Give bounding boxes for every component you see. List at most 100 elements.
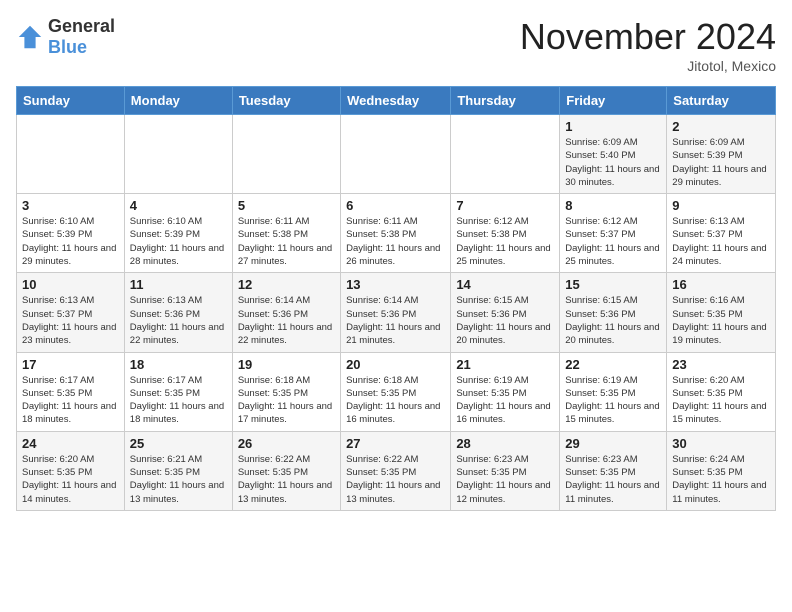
calendar-cell [451,115,560,194]
day-number: 23 [672,357,770,372]
calendar-cell: 23 Sunrise: 6:20 AMSunset: 5:35 PMDayligh… [667,352,776,431]
calendar-cell: 14 Sunrise: 6:15 AMSunset: 5:36 PMDayligh… [451,273,560,352]
calendar-cell: 16 Sunrise: 6:16 AMSunset: 5:35 PMDayligh… [667,273,776,352]
day-number: 11 [130,277,227,292]
day-number: 22 [565,357,661,372]
calendar-table: SundayMondayTuesdayWednesdayThursdayFrid… [16,86,776,511]
calendar-cell [341,115,451,194]
day-number: 10 [22,277,119,292]
day-number: 1 [565,119,661,134]
calendar-cell: 2Sunrise: 6:09 AMSunset: 5:39 PMDaylight… [667,115,776,194]
day-info: Sunrise: 6:16 AMSunset: 5:35 PMDaylight:… [672,294,770,347]
calendar-cell: 3 Sunrise: 6:10 AMSunset: 5:39 PMDaylight… [17,194,125,273]
day-number: 16 [672,277,770,292]
col-header-monday: Monday [124,87,232,115]
day-number: 9 [672,198,770,213]
calendar-cell: 12 Sunrise: 6:14 AMSunset: 5:36 PMDayligh… [232,273,340,352]
day-info: Sunrise: 6:11 AMSunset: 5:38 PMDaylight:… [346,215,445,268]
day-number: 6 [346,198,445,213]
calendar-cell: 21 Sunrise: 6:19 AMSunset: 5:35 PMDayligh… [451,352,560,431]
col-header-saturday: Saturday [667,87,776,115]
calendar-cell: 15 Sunrise: 6:15 AMSunset: 5:36 PMDayligh… [560,273,667,352]
calendar-week-4: 17 Sunrise: 6:17 AMSunset: 5:35 PMDayligh… [17,352,776,431]
day-number: 20 [346,357,445,372]
day-number: 7 [456,198,554,213]
calendar-cell: 28 Sunrise: 6:23 AMSunset: 5:35 PMDayligh… [451,431,560,510]
day-number: 21 [456,357,554,372]
day-info: Sunrise: 6:18 AMSunset: 5:35 PMDaylight:… [346,374,445,427]
col-header-friday: Friday [560,87,667,115]
day-number: 26 [238,436,335,451]
calendar-cell: 24Sunrise: 6:20 AMSunset: 5:35 PMDayligh… [17,431,125,510]
day-info: Sunrise: 6:23 AMSunset: 5:35 PMDaylight:… [565,453,661,506]
logo: General Blue [16,16,115,58]
col-header-sunday: Sunday [17,87,125,115]
day-number: 19 [238,357,335,372]
calendar-cell: 18 Sunrise: 6:17 AMSunset: 5:35 PMDayligh… [124,352,232,431]
calendar-cell: 10Sunrise: 6:13 AMSunset: 5:37 PMDayligh… [17,273,125,352]
calendar-cell: 27 Sunrise: 6:22 AMSunset: 5:35 PMDayligh… [341,431,451,510]
day-info: Sunrise: 6:17 AMSunset: 5:35 PMDaylight:… [130,374,227,427]
day-info: Sunrise: 6:24 AMSunset: 5:35 PMDaylight:… [672,453,770,506]
logo-blue: Blue [48,37,87,57]
calendar-week-3: 10Sunrise: 6:13 AMSunset: 5:37 PMDayligh… [17,273,776,352]
day-info: Sunrise: 6:10 AMSunset: 5:39 PMDaylight:… [22,215,119,268]
day-number: 27 [346,436,445,451]
day-number: 2 [672,119,770,134]
logo-icon [16,23,44,51]
day-info: Sunrise: 6:14 AMSunset: 5:36 PMDaylight:… [346,294,445,347]
calendar-cell: 11 Sunrise: 6:13 AMSunset: 5:36 PMDayligh… [124,273,232,352]
day-info: Sunrise: 6:17 AMSunset: 5:35 PMDaylight:… [22,374,119,427]
calendar-cell: 1 Sunrise: 6:09 AMSunset: 5:40 PMDaylight… [560,115,667,194]
calendar-cell: 6 Sunrise: 6:11 AMSunset: 5:38 PMDaylight… [341,194,451,273]
day-info: Sunrise: 6:23 AMSunset: 5:35 PMDaylight:… [456,453,554,506]
calendar-cell [17,115,125,194]
title-block: November 2024 Jitotol, Mexico [520,16,776,74]
day-number: 3 [22,198,119,213]
day-info: Sunrise: 6:12 AMSunset: 5:37 PMDaylight:… [565,215,661,268]
calendar-cell: 7Sunrise: 6:12 AMSunset: 5:38 PMDaylight… [451,194,560,273]
day-number: 14 [456,277,554,292]
calendar-cell: 9 Sunrise: 6:13 AMSunset: 5:37 PMDaylight… [667,194,776,273]
day-number: 29 [565,436,661,451]
calendar-cell: 19 Sunrise: 6:18 AMSunset: 5:35 PMDayligh… [232,352,340,431]
day-number: 28 [456,436,554,451]
day-info: Sunrise: 6:20 AMSunset: 5:35 PMDaylight:… [672,374,770,427]
day-number: 13 [346,277,445,292]
day-number: 4 [130,198,227,213]
day-info: Sunrise: 6:09 AMSunset: 5:40 PMDaylight:… [565,136,661,189]
month-title: November 2024 [520,16,776,58]
calendar-cell: 25Sunrise: 6:21 AMSunset: 5:35 PMDayligh… [124,431,232,510]
day-number: 30 [672,436,770,451]
day-info: Sunrise: 6:22 AMSunset: 5:35 PMDaylight:… [238,453,335,506]
day-number: 8 [565,198,661,213]
day-number: 15 [565,277,661,292]
day-number: 12 [238,277,335,292]
calendar-week-2: 3 Sunrise: 6:10 AMSunset: 5:39 PMDaylight… [17,194,776,273]
day-info: Sunrise: 6:13 AMSunset: 5:37 PMDaylight:… [672,215,770,268]
day-info: Sunrise: 6:19 AMSunset: 5:35 PMDaylight:… [456,374,554,427]
calendar-cell: 26 Sunrise: 6:22 AMSunset: 5:35 PMDayligh… [232,431,340,510]
day-info: Sunrise: 6:15 AMSunset: 5:36 PMDaylight:… [456,294,554,347]
day-info: Sunrise: 6:14 AMSunset: 5:36 PMDaylight:… [238,294,335,347]
day-info: Sunrise: 6:11 AMSunset: 5:38 PMDaylight:… [238,215,335,268]
day-info: Sunrise: 6:21 AMSunset: 5:35 PMDaylight:… [130,453,227,506]
calendar-week-1: 1 Sunrise: 6:09 AMSunset: 5:40 PMDaylight… [17,115,776,194]
day-info: Sunrise: 6:15 AMSunset: 5:36 PMDaylight:… [565,294,661,347]
day-number: 17 [22,357,119,372]
day-info: Sunrise: 6:13 AMSunset: 5:36 PMDaylight:… [130,294,227,347]
calendar-cell: 17 Sunrise: 6:17 AMSunset: 5:35 PMDayligh… [17,352,125,431]
logo-general: General [48,16,115,36]
day-info: Sunrise: 6:20 AMSunset: 5:35 PMDaylight:… [22,453,119,506]
day-number: 18 [130,357,227,372]
day-number: 5 [238,198,335,213]
day-info: Sunrise: 6:22 AMSunset: 5:35 PMDaylight:… [346,453,445,506]
col-header-tuesday: Tuesday [232,87,340,115]
page-header: General Blue November 2024 Jitotol, Mexi… [16,16,776,74]
calendar-cell: 22Sunrise: 6:19 AMSunset: 5:35 PMDayligh… [560,352,667,431]
calendar-header-row: SundayMondayTuesdayWednesdayThursdayFrid… [17,87,776,115]
calendar-cell: 4Sunrise: 6:10 AMSunset: 5:39 PMDaylight… [124,194,232,273]
day-info: Sunrise: 6:18 AMSunset: 5:35 PMDaylight:… [238,374,335,427]
calendar-cell: 8 Sunrise: 6:12 AMSunset: 5:37 PMDaylight… [560,194,667,273]
location: Jitotol, Mexico [520,58,776,74]
